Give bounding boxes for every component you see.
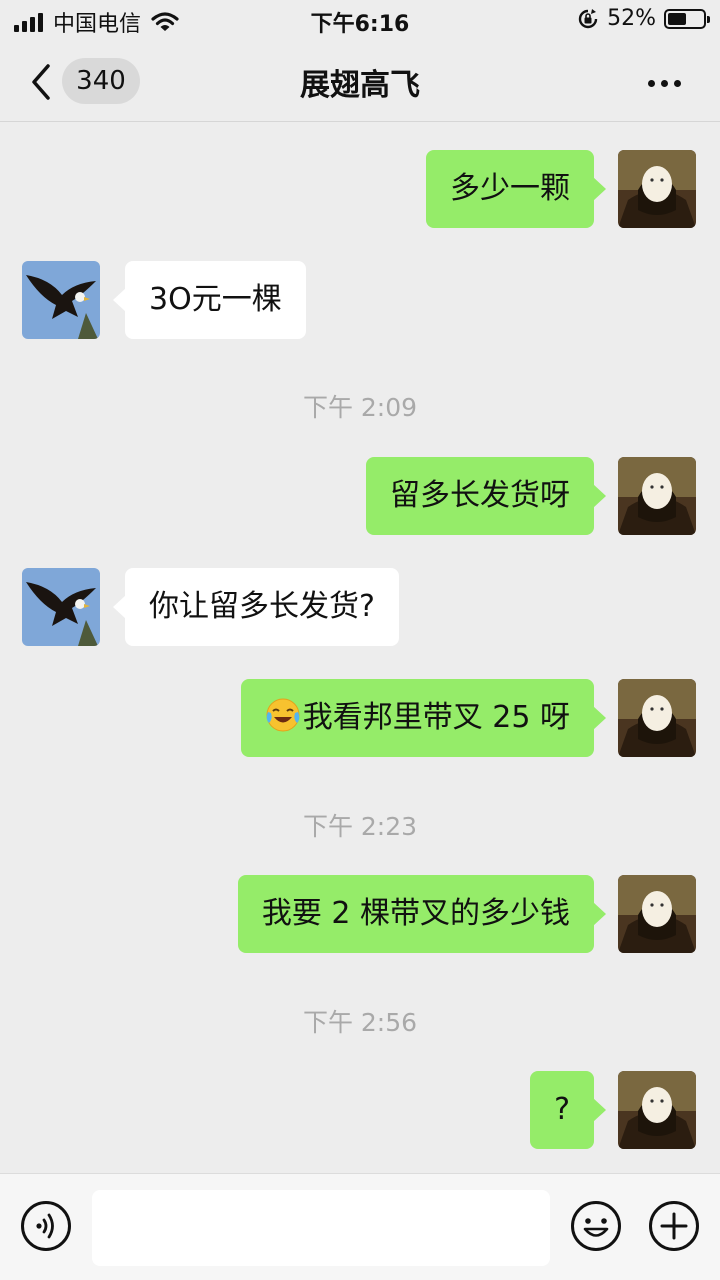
portrait-avatar-image [618,150,696,228]
message-row: 你让留多长发货? [0,568,720,646]
message-row: ? [0,1071,720,1149]
rotation-lock-icon [578,8,598,28]
outgoing-message-bubble[interactable]: 多少一颗 [426,150,606,228]
my-avatar[interactable] [618,1071,696,1149]
nav-bar: 340 展翅高飞 [0,42,720,122]
plus-icon[interactable] [648,1200,700,1252]
eagle-avatar-image [22,261,100,339]
my-avatar[interactable] [618,457,696,535]
contact-avatar[interactable] [22,568,100,646]
my-avatar[interactable] [618,679,696,757]
my-avatar[interactable] [618,875,696,953]
battery-fill [668,12,686,25]
outgoing-message-bubble[interactable]: 我看邦里带叉 25 呀 [240,679,607,757]
message-row: 我要 2 棵带叉的多少钱 [0,875,720,953]
outgoing-message-bubble[interactable]: ? [530,1071,606,1149]
incoming-message-bubble[interactable]: 你让留多长发货? [113,568,399,646]
timestamp: 下午 2:23 [302,812,418,841]
chat-title: 展翅高飞 [300,68,420,103]
chat-area[interactable]: 多少一颗 3O元一棵 下午 2:09 留多长发货呀 你让留多长发货? 我看邦里带… [0,123,720,1173]
my-avatar[interactable] [618,150,696,228]
portrait-avatar-image [618,457,696,535]
timestamp: 下午 2:09 [302,393,418,422]
message-row: 留多长发货呀 [0,457,720,535]
battery-icon [664,8,710,29]
timestamp: 下午 2:56 [302,1008,418,1037]
status-bar: 中国电信 下午6:16 52% [0,0,720,40]
message-text: 我看邦里带叉 25 呀 [302,700,570,735]
input-bar [0,1173,720,1280]
outgoing-message-bubble[interactable]: 我要 2 棵带叉的多少钱 [237,875,607,953]
smiley-icon[interactable] [570,1200,622,1252]
portrait-avatar-image [618,679,696,757]
message-row: 3O元一棵 [0,261,720,339]
battery-percent: 52% [607,6,656,31]
portrait-avatar-image [618,875,696,953]
message-row: 多少一颗 [0,150,720,228]
outgoing-message-bubble[interactable]: 留多长发货呀 [366,457,606,535]
contact-avatar[interactable] [22,261,100,339]
more-dots-icon[interactable] [648,68,688,98]
voice-icon[interactable] [20,1200,72,1252]
portrait-avatar-image [618,1071,696,1149]
message-row: 我看邦里带叉 25 呀 [0,679,720,757]
eagle-avatar-image [22,568,100,646]
face-with-tears-of-joy-icon [266,698,300,732]
message-input[interactable] [92,1190,550,1266]
incoming-message-bubble[interactable]: 3O元一棵 [113,261,306,339]
